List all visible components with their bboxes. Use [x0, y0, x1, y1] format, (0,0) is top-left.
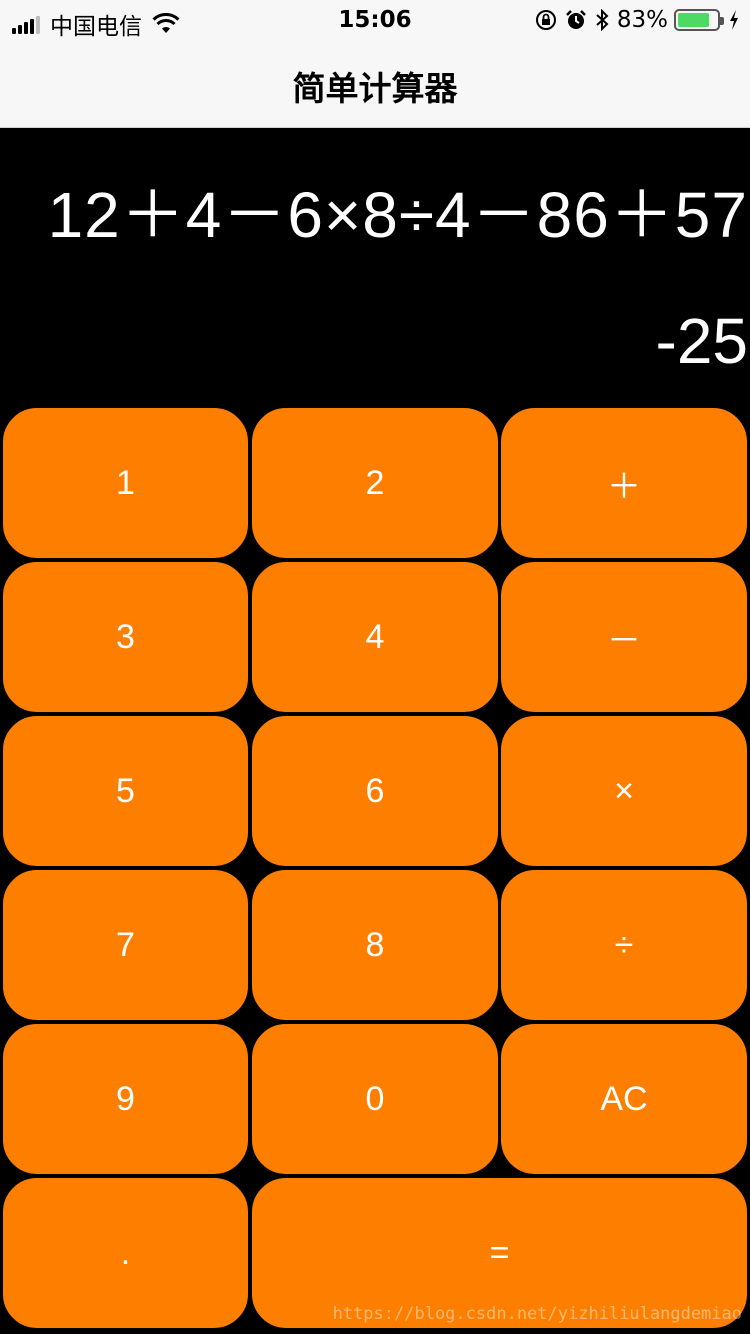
key-divide[interactable]: ÷: [499, 868, 749, 1022]
key-8[interactable]: 8: [250, 868, 500, 1022]
key-clear[interactable]: AC: [499, 1022, 749, 1176]
key-1[interactable]: 1: [1, 406, 250, 560]
key-7[interactable]: 7: [1, 868, 250, 1022]
key-4[interactable]: 4: [250, 560, 500, 714]
alarm-icon: [565, 10, 586, 29]
expression-text: 12＋4－6×8÷4－86＋57: [47, 179, 748, 251]
key-5[interactable]: 5: [1, 714, 250, 868]
watermark-url: https://blog.csdn.net/yizhiliulangdemiao: [332, 1304, 742, 1324]
keypad: 1 2 ＋ 3 4 － 5 6 × 7 8 ÷ 9 0 AC . = https…: [0, 406, 750, 1334]
page-title: 简单计算器: [292, 69, 458, 108]
key-6[interactable]: 6: [250, 714, 500, 868]
bluetooth-icon: [596, 9, 609, 31]
battery-icon: [674, 9, 724, 31]
key-2[interactable]: 2: [250, 406, 500, 560]
status-right: 83%: [527, 7, 740, 33]
key-multiply[interactable]: ×: [499, 714, 749, 868]
key-0[interactable]: 0: [250, 1022, 500, 1176]
calculator-display: 12＋4－6×8÷4－86＋57 -25: [0, 128, 750, 406]
key-decimal-point[interactable]: .: [1, 1176, 250, 1330]
key-minus[interactable]: －: [499, 560, 749, 714]
battery-percent: 83%: [616, 7, 668, 33]
key-plus[interactable]: ＋: [499, 406, 749, 560]
key-3[interactable]: 3: [1, 560, 250, 714]
status-bar: 中国电信 15:06 83%: [0, 0, 750, 40]
key-9[interactable]: 9: [1, 1022, 250, 1176]
orientation-lock-icon: [535, 10, 556, 30]
navigation-bar: 简单计算器: [0, 40, 750, 128]
result-text: -25: [655, 305, 749, 377]
charging-icon: [730, 10, 738, 30]
